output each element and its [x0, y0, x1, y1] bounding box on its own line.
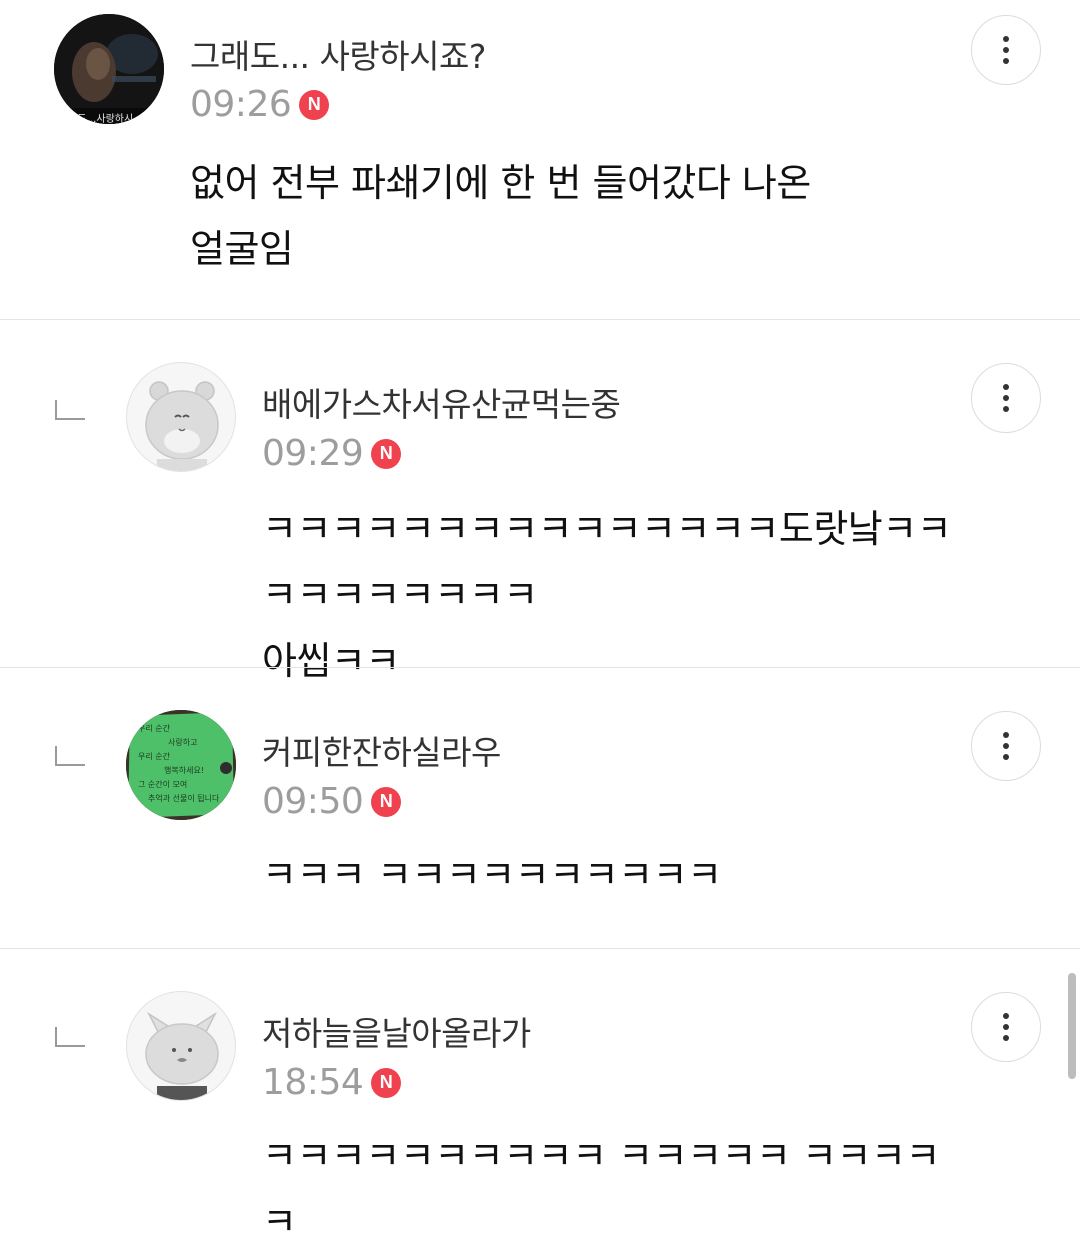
- comment-nickname[interactable]: 그래도... 사랑하시죠?: [190, 30, 486, 78]
- reply-item: 배에가스차서유산균먹는중 09:29 N ㅋㅋㅋㅋㅋㅋㅋㅋㅋㅋㅋㅋㅋㅋㅋ도랏낰ㅋ…: [0, 320, 1080, 683]
- comment-nickname[interactable]: 배에가스차서유산균먹는중: [262, 378, 621, 426]
- reply-corner-icon: [55, 1027, 85, 1047]
- avatar-note-line: 우리 순간: [138, 752, 170, 761]
- comment-time: 18:54: [262, 1062, 364, 1103]
- more-vertical-icon-dot: [1003, 58, 1009, 64]
- comment-text: ㅋㅋㅋㅋㅋㅋㅋㅋㅋㅋㅋㅋㅋㅋㅋ도랏낰ㅋㅋㅋㅋㅋㅋㅋㅋㅋㅋ 아씹ㅋㅋ: [262, 507, 952, 683]
- more-options-button[interactable]: [971, 711, 1041, 781]
- more-options-button[interactable]: [971, 992, 1041, 1062]
- avatar-note-line: 우리 순간: [138, 724, 170, 733]
- more-vertical-icon-dot: [1003, 395, 1009, 401]
- more-vertical-icon-dot: [1003, 1024, 1009, 1030]
- reply-item: 우리 순간 사랑하고 우리 순간 행복하세요! 그 순간이 모여 추억과 선물이…: [0, 668, 1080, 948]
- new-badge-icon: N: [299, 89, 330, 120]
- avatar[interactable]: 래도…사랑하시: [54, 14, 164, 124]
- comment-nickname[interactable]: 커피한잔하실라우: [262, 726, 501, 774]
- comment-item: 래도…사랑하시 그래도... 사랑하시죠? 09:26 N 없어 전부 파쇄기에…: [0, 0, 1080, 320]
- reply-item: 저하늘을날아올라가 18:54 N ㅋㅋㅋㅋㅋㅋㅋㅋㅋㅋ ㅋㅋㅋㅋㅋ ㅋㅋㅋㅋㅋ: [0, 949, 1080, 1244]
- more-vertical-icon: [1003, 384, 1009, 390]
- avatar-note-line: 그 순간이 모여: [138, 780, 188, 789]
- comment-time: 09:26: [190, 84, 292, 125]
- comment-meta: 09:29 N: [262, 433, 402, 474]
- new-badge-icon: N: [371, 786, 402, 817]
- more-vertical-icon-dot: [1003, 406, 1009, 412]
- avatar-caption: 래도…사랑하시: [68, 114, 134, 124]
- comment-text: ㅋㅋㅋㅋㅋㅋㅋㅋㅋㅋ ㅋㅋㅋㅋㅋ ㅋㅋㅋㅋㅋ: [262, 1134, 940, 1244]
- comment-nickname[interactable]: 저하늘을날아올라가: [262, 1007, 531, 1055]
- comment-time: 09:50: [262, 781, 364, 822]
- comment-time: 09:29: [262, 433, 364, 474]
- more-vertical-icon: [1003, 1013, 1009, 1019]
- comment-meta: 18:54 N: [262, 1062, 402, 1103]
- avatar[interactable]: [126, 991, 236, 1101]
- cat-avatar-icon: [145, 1011, 219, 1100]
- more-vertical-icon-dot: [1003, 1035, 1009, 1041]
- more-options-button[interactable]: [971, 363, 1041, 433]
- more-vertical-icon: [1003, 732, 1009, 738]
- comment-text: 없어 전부 파쇄기에 한 번 들어갔다 나온 얼굴임: [190, 161, 811, 271]
- comment-text: ㅋㅋㅋ ㅋㅋㅋㅋㅋㅋㅋㅋㅋㅋ: [262, 853, 722, 897]
- avatar-note: 우리 순간 사랑하고 우리 순간 행복하세요! 그 순간이 모여 추억과 선물이…: [138, 722, 226, 806]
- avatar-photo-icon: [54, 14, 164, 124]
- new-badge-icon: N: [371, 1067, 402, 1098]
- comment-meta: 09:26 N: [190, 84, 330, 125]
- comment-meta: 09:50 N: [262, 781, 402, 822]
- scrollbar-thumb[interactable]: [1068, 973, 1076, 1079]
- more-vertical-icon-dot: [1003, 47, 1009, 53]
- more-options-button[interactable]: [971, 15, 1041, 85]
- reply-corner-icon: [55, 746, 85, 766]
- more-vertical-icon: [1003, 36, 1009, 42]
- more-vertical-icon-dot: [1003, 754, 1009, 760]
- avatar-note-line: 행복하세요!: [164, 766, 205, 775]
- avatar[interactable]: [126, 362, 236, 472]
- new-badge-icon: N: [371, 438, 402, 469]
- reply-corner-icon: [55, 400, 85, 420]
- avatar-note-line: 추억과 선물이 됩니다: [148, 794, 220, 803]
- hamster-avatar-icon: [145, 381, 219, 471]
- avatar[interactable]: 우리 순간 사랑하고 우리 순간 행복하세요! 그 순간이 모여 추억과 선물이…: [126, 710, 236, 820]
- avatar-note-line: 사랑하고: [168, 738, 198, 747]
- more-vertical-icon-dot: [1003, 743, 1009, 749]
